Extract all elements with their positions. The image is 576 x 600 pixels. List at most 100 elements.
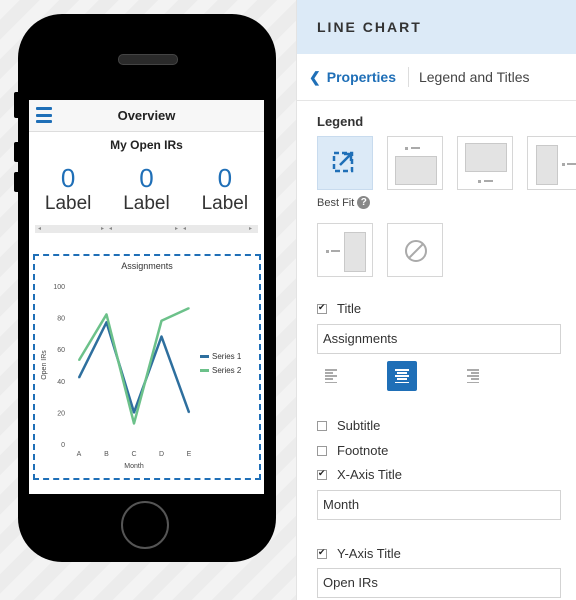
phone-side-button: [14, 172, 20, 192]
line-chart-svg: Assignments 0 20 40 60 80 100 A B C D E Month Open IR…: [41, 261, 242, 470]
scroll-left-icon[interactable]: ◂: [38, 225, 41, 232]
legend-left-option[interactable]: [317, 223, 373, 277]
align-center-button[interactable]: [387, 361, 417, 391]
legend-section-title: Legend: [317, 114, 364, 129]
y-tick-label: 100: [53, 284, 65, 291]
subtitle-checkbox[interactable]: [317, 420, 327, 431]
chart-title: Assignments: [121, 261, 173, 271]
y-tick-label: 40: [57, 379, 65, 386]
y-tick-label: 60: [57, 347, 65, 354]
metric-label: Label: [201, 193, 249, 214]
best-fit-icon: [332, 151, 354, 173]
legend-right-option[interactable]: [527, 136, 576, 190]
subtitle-checkbox-row[interactable]: Subtitle: [317, 418, 380, 433]
plot-area-icon: [465, 143, 507, 172]
metric-value: 0: [60, 163, 76, 193]
line-chart-selected[interactable]: Assignments 0 20 40 60 80 100 A B C D E Month Open IR…: [33, 254, 261, 480]
phone-side-button: [14, 142, 20, 162]
panel-header: LINE CHART: [297, 0, 576, 54]
series-point-2: [133, 422, 135, 425]
scroll-right-icon[interactable]: ▸: [101, 225, 104, 232]
yaxis-title-checkbox-row[interactable]: Y-Axis Title: [317, 546, 401, 561]
phone-home-button: [121, 501, 169, 549]
align-left-icon: [325, 369, 339, 383]
legend-swatch: [200, 369, 209, 372]
align-right-button[interactable]: [457, 361, 487, 391]
plot-area-icon: [395, 156, 437, 185]
footnote-checkbox-row[interactable]: Footnote: [317, 443, 388, 458]
series-point-1: [105, 321, 108, 324]
x-tick-label: B: [104, 451, 109, 458]
legend-none-option[interactable]: [387, 223, 443, 277]
series-line-1: [77, 321, 191, 414]
best-fit-label: Best Fit: [317, 196, 355, 209]
hamburger-menu-icon[interactable]: [36, 107, 52, 123]
scroll-right-icon[interactable]: ▸: [249, 225, 252, 232]
xaxis-title-checkbox-row[interactable]: X-Axis Title: [317, 467, 402, 482]
app-title: Overview: [117, 108, 176, 123]
legend-bottom-option[interactable]: [457, 136, 513, 190]
legend-marker-icon: [326, 250, 329, 253]
metrics-row: 0 Label 0 Label 0 Label: [29, 165, 264, 215]
xaxis-title-input[interactable]: Month: [317, 490, 561, 520]
metric-label: Label: [44, 193, 92, 214]
x-axis-title: Month: [124, 463, 144, 470]
footnote-checkbox-label: Footnote: [337, 443, 389, 458]
scroll-left-icon[interactable]: ◂: [183, 225, 186, 232]
legend-marker-icon: [331, 250, 340, 252]
title-checkbox[interactable]: [317, 302, 327, 314]
phone-screen: Overview My Open IRs 0 Label 0 Label 0 L…: [29, 100, 264, 494]
scroll-right-icon[interactable]: ▸: [175, 225, 178, 232]
legend-marker-icon: [562, 163, 565, 166]
legend-entry: Series 1: [212, 352, 242, 361]
series-point-1: [160, 335, 163, 338]
metric-value: 0: [139, 163, 154, 193]
scroll-left-icon[interactable]: ◂: [109, 225, 112, 232]
no-legend-icon: [405, 240, 427, 262]
metrics-scrollbar[interactable]: ◂ ▸ ◂ ▸ ◂ ▸: [35, 225, 258, 233]
metric-value: 0: [217, 163, 233, 193]
series-point-2: [188, 307, 190, 309]
metric-label: Label: [123, 193, 170, 214]
properties-panel: LINE CHART ❮ Properties Legend and Title…: [296, 0, 576, 600]
phone-side-button: [14, 92, 20, 118]
series-point-2: [105, 313, 108, 316]
plot-area-icon: [344, 232, 366, 272]
align-center-icon: [395, 369, 409, 383]
xaxis-title-checkbox[interactable]: [317, 468, 327, 480]
title-checkbox-row[interactable]: Title: [317, 301, 361, 316]
legend-marker-icon: [567, 163, 576, 165]
chevron-left-icon: ❮: [309, 68, 321, 85]
properties-back-link[interactable]: ❮ Properties: [309, 69, 396, 86]
metric-tile[interactable]: 0 Label: [186, 165, 264, 215]
title-checkbox-label: Title: [337, 301, 362, 316]
y-axis-title: Open IRs: [41, 350, 48, 380]
app-header: Overview: [29, 100, 264, 132]
design-canvas: Overview My Open IRs 0 Label 0 Label 0 L…: [0, 0, 296, 600]
y-tick-label: 80: [57, 316, 65, 323]
yaxis-title-checkbox[interactable]: [317, 547, 327, 559]
align-left-button[interactable]: [317, 361, 347, 391]
yaxis-title-input[interactable]: Open IRs: [317, 568, 561, 598]
legend-entry: Series 2: [212, 366, 242, 375]
xaxis-title-checkbox-label: X-Axis Title: [337, 467, 403, 482]
legend-best-fit-option[interactable]: [317, 136, 373, 190]
yaxis-title-checkbox-label: Y-Axis Title: [337, 546, 401, 561]
metric-tile[interactable]: 0 Label: [29, 165, 107, 215]
section-title: My Open IRs: [110, 138, 183, 152]
breadcrumb-current: Legend and Titles: [418, 69, 530, 85]
align-right-icon: [465, 369, 479, 383]
legend-marker-icon: [411, 147, 420, 149]
legend-top-option[interactable]: [387, 136, 443, 190]
breadcrumb-back-label: Properties: [326, 69, 396, 85]
legend-marker-icon: [484, 180, 493, 182]
series-point-1: [188, 411, 190, 414]
breadcrumb-divider: [407, 67, 409, 87]
metric-tile[interactable]: 0 Label: [108, 165, 186, 215]
best-fit-caption: Best Fit ?: [317, 196, 371, 209]
help-icon[interactable]: ?: [357, 196, 371, 209]
legend-swatch: [200, 355, 209, 358]
footnote-checkbox[interactable]: [317, 445, 327, 456]
title-input[interactable]: Assignments: [317, 324, 561, 354]
breadcrumb: ❮ Properties Legend and Titles: [297, 54, 576, 101]
